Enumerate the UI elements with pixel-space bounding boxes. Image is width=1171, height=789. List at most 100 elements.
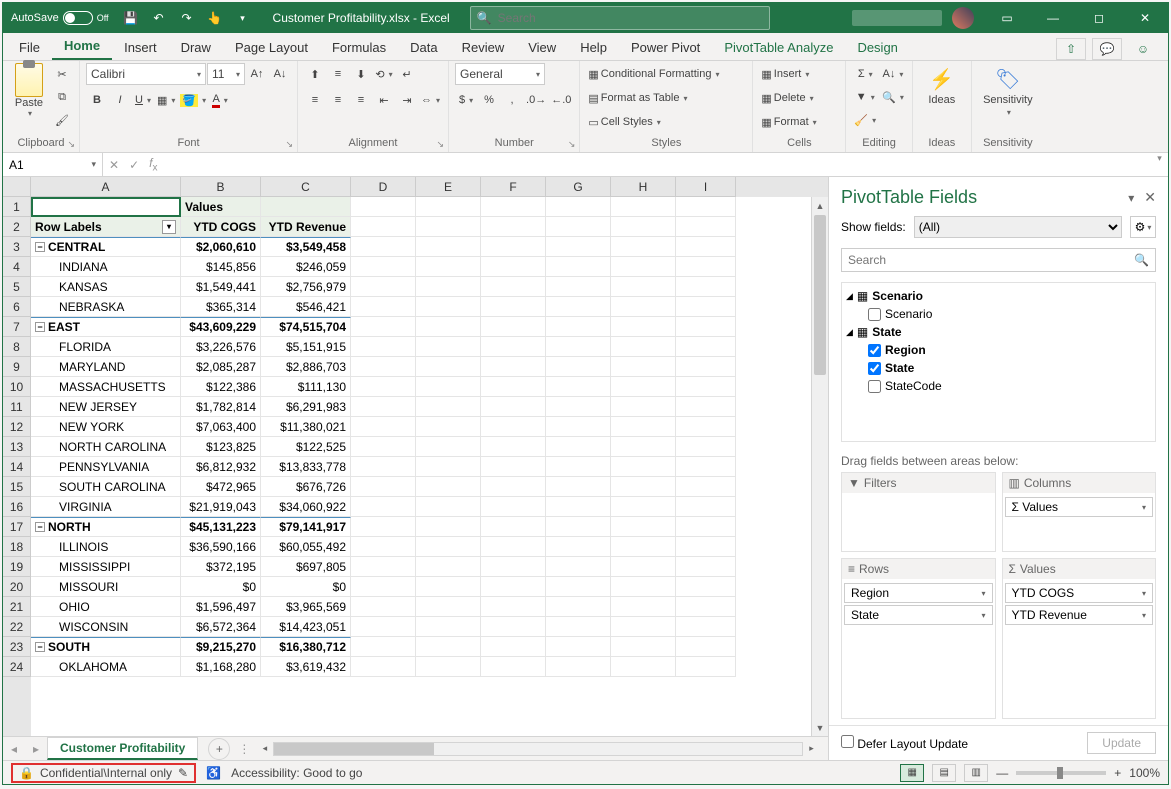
cell[interactable] (481, 637, 546, 657)
field-item[interactable]: StateCode (846, 377, 1151, 395)
cell[interactable] (481, 417, 546, 437)
collapse-icon[interactable]: − (35, 642, 45, 652)
cell[interactable] (351, 537, 416, 557)
row-header[interactable]: 15 (3, 477, 31, 497)
cell[interactable]: $1,596,497 (181, 597, 261, 617)
row-header[interactable]: 13 (3, 437, 31, 457)
sheet-tab[interactable]: Customer Profitability (47, 737, 198, 760)
sensitivity-button[interactable]: 🏷Sensitivity▾ (978, 63, 1038, 117)
number-launcher-icon[interactable]: ↘ (568, 139, 576, 150)
cell[interactable]: $79,141,917 (261, 517, 351, 537)
cell[interactable]: $365,314 (181, 297, 261, 317)
cell[interactable] (351, 237, 416, 257)
merge-center-icon[interactable]: ⇔▾ (419, 89, 442, 111)
cell[interactable]: MISSISSIPPI (31, 557, 181, 577)
row-header[interactable]: 23 (3, 637, 31, 657)
cell[interactable] (611, 477, 676, 497)
field-pane-close-icon[interactable]: ✕ (1144, 189, 1156, 206)
cell[interactable]: $21,919,043 (181, 497, 261, 517)
cell[interactable]: $122,386 (181, 377, 261, 397)
row-header[interactable]: 16 (3, 497, 31, 517)
defer-update-checkbox[interactable]: Defer Layout Update (841, 735, 968, 751)
cell[interactable]: $6,572,364 (181, 617, 261, 637)
cell[interactable]: ILLINOIS (31, 537, 181, 557)
format-painter-icon[interactable]: 🖌 (51, 109, 73, 131)
minimize-button[interactable]: — (1030, 3, 1076, 33)
cell[interactable] (416, 357, 481, 377)
align-center-icon[interactable]: ≡ (327, 89, 349, 111)
cell[interactable] (481, 457, 546, 477)
customize-qat-icon[interactable]: ▾ (231, 6, 255, 30)
cell[interactable] (351, 377, 416, 397)
cell[interactable] (481, 617, 546, 637)
row-header[interactable]: 14 (3, 457, 31, 477)
enter-formula-icon[interactable]: ✓ (129, 158, 139, 172)
decrease-indent-icon[interactable]: ⇤ (373, 89, 395, 111)
field-search-input[interactable] (848, 253, 1134, 267)
cell[interactable] (416, 577, 481, 597)
scroll-down-icon[interactable]: ▼ (812, 719, 828, 736)
cell[interactable] (481, 297, 546, 317)
column-header[interactable]: G (546, 177, 611, 197)
decrease-font-icon[interactable]: A↓ (269, 63, 291, 85)
scroll-up-icon[interactable]: ▲ (812, 197, 828, 214)
cell[interactable]: −EAST (31, 317, 181, 337)
autosave-switch-icon[interactable] (63, 11, 93, 25)
row-header[interactable]: 9 (3, 357, 31, 377)
tell-me-search[interactable]: 🔍 (470, 6, 770, 30)
cell[interactable]: $60,055,492 (261, 537, 351, 557)
cell[interactable] (546, 457, 611, 477)
cell[interactable] (611, 517, 676, 537)
row-labels-filter-icon[interactable]: ▾ (162, 220, 176, 234)
cell[interactable] (351, 657, 416, 677)
cell[interactable]: KANSAS (31, 277, 181, 297)
cell[interactable] (546, 217, 611, 237)
row-header[interactable]: 21 (3, 597, 31, 617)
align-top-icon[interactable]: ⬆ (304, 63, 326, 85)
cell[interactable] (416, 337, 481, 357)
comma-format-icon[interactable]: , (501, 89, 523, 111)
cell[interactable] (416, 397, 481, 417)
cell[interactable] (546, 317, 611, 337)
cell[interactable] (676, 657, 736, 677)
account-avatar[interactable] (952, 7, 974, 29)
cell[interactable]: OHIO (31, 597, 181, 617)
edit-sensitivity-icon[interactable]: ✎ (178, 766, 188, 780)
cell[interactable]: NORTH CAROLINA (31, 437, 181, 457)
cell[interactable]: $7,063,400 (181, 417, 261, 437)
column-header[interactable]: E (416, 177, 481, 197)
cell[interactable] (351, 317, 416, 337)
cell[interactable] (546, 577, 611, 597)
cell[interactable] (676, 557, 736, 577)
cell[interactable] (481, 197, 546, 217)
cell[interactable] (611, 397, 676, 417)
row-header[interactable]: 12 (3, 417, 31, 437)
cell[interactable] (481, 237, 546, 257)
collapse-icon[interactable]: − (35, 242, 45, 252)
area-field-item[interactable]: Region▾ (844, 583, 993, 603)
tab-help[interactable]: Help (568, 35, 619, 60)
cell[interactable]: $6,291,983 (261, 397, 351, 417)
cell[interactable]: YTD Revenue (261, 217, 351, 237)
field-item[interactable]: State (846, 359, 1151, 377)
cell[interactable]: $697,805 (261, 557, 351, 577)
maximize-button[interactable]: ◻ (1076, 3, 1122, 33)
new-sheet-button[interactable]: + (208, 738, 230, 760)
cell[interactable] (351, 437, 416, 457)
row-header[interactable]: 2 (3, 217, 31, 237)
cell[interactable]: $45,131,223 (181, 517, 261, 537)
update-button[interactable]: Update (1087, 732, 1156, 754)
cell[interactable] (416, 537, 481, 557)
cell[interactable] (611, 377, 676, 397)
cell[interactable]: $1,549,441 (181, 277, 261, 297)
cell[interactable] (611, 657, 676, 677)
tab-page-layout[interactable]: Page Layout (223, 35, 320, 60)
zoom-out-button[interactable]: — (996, 766, 1008, 780)
cell[interactable] (676, 197, 736, 217)
area-field-item[interactable]: State▾ (844, 605, 993, 625)
column-header[interactable]: D (351, 177, 416, 197)
cell[interactable]: YTD COGS (181, 217, 261, 237)
share-button[interactable]: ⇧ (1056, 38, 1086, 60)
cell[interactable] (546, 197, 611, 217)
column-header[interactable]: F (481, 177, 546, 197)
